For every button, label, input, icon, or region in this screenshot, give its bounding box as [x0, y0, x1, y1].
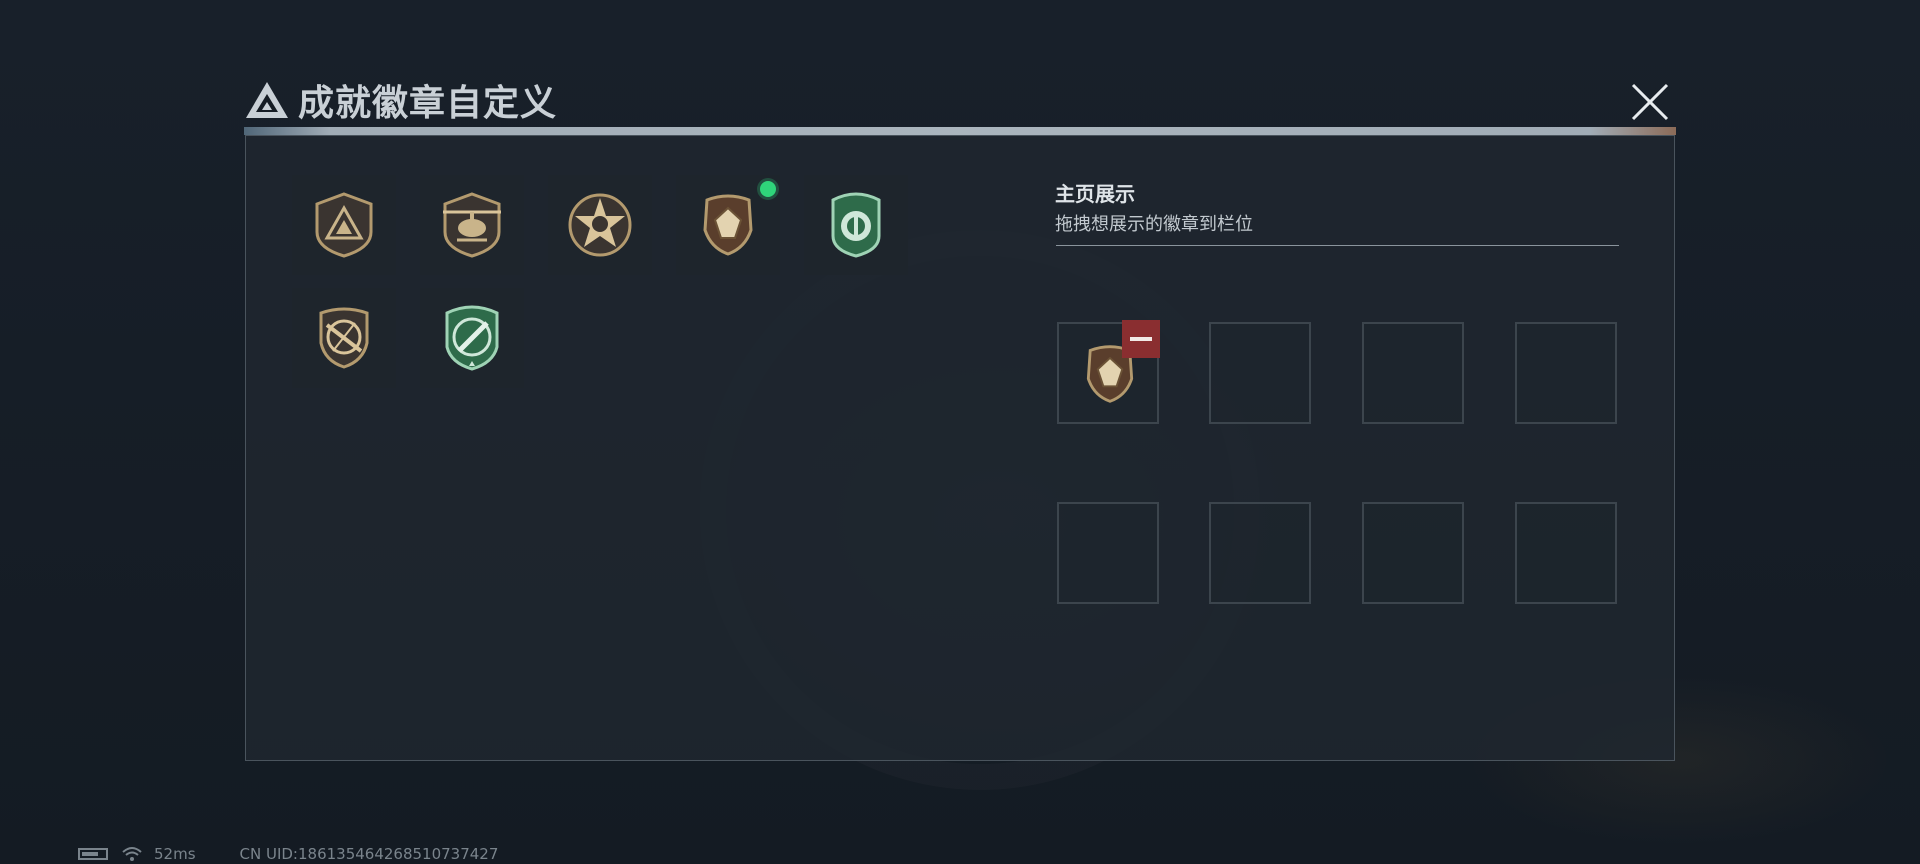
helicopter-badge-icon [443, 192, 501, 258]
display-slot-4[interactable] [1515, 322, 1617, 424]
badge-cell-green-shield[interactable] [804, 175, 908, 275]
close-button[interactable] [1628, 80, 1672, 124]
green-knife-badge-icon [445, 305, 499, 371]
battery-icon [78, 848, 108, 860]
badge-cell-gem[interactable] [676, 175, 780, 275]
ping-text: 52ms [154, 845, 196, 863]
status-bar: 52ms CN UID:1861354642685107374​27 [78, 845, 498, 863]
display-slot-2[interactable] [1209, 322, 1311, 424]
uid-text: CN UID:1861354642685107374​27 [239, 845, 499, 863]
new-badge-indicator [760, 181, 776, 197]
green-round-shield-badge-icon [831, 192, 881, 258]
display-slot-8[interactable] [1515, 502, 1617, 604]
close-icon [1631, 83, 1669, 121]
homepage-display-title: 主页展示 [1055, 182, 1135, 206]
badge-cell-rifle[interactable] [292, 288, 396, 388]
badge-cell-helicopter[interactable] [420, 175, 524, 275]
triangle-logo-icon [246, 82, 288, 118]
display-slot-7[interactable] [1362, 502, 1464, 604]
display-divider [1056, 245, 1619, 246]
badge-cell-star[interactable] [548, 175, 652, 275]
rifle-crossed-badge-icon [319, 307, 369, 369]
triangle-emblem-badge-icon [315, 192, 373, 258]
dialog-title: 成就徽章自定义 [298, 83, 558, 124]
title-divider [244, 127, 1676, 135]
display-slot-5[interactable] [1057, 502, 1159, 604]
minus-icon [1130, 337, 1152, 341]
gem-shield-badge-icon [703, 194, 753, 256]
homepage-display-hint: 拖拽想展示的徽章到栏位 [1055, 214, 1253, 235]
display-slot-3[interactable] [1362, 322, 1464, 424]
display-slot-6[interactable] [1209, 502, 1311, 604]
wifi-icon [122, 847, 142, 861]
remove-badge-button[interactable] [1122, 320, 1160, 358]
star-skull-badge-icon [568, 193, 632, 257]
badge-cell-triangle[interactable] [292, 175, 396, 275]
badge-cell-knife[interactable] [420, 288, 524, 388]
dialog-header: 成就徽章自定义 [244, 74, 557, 126]
